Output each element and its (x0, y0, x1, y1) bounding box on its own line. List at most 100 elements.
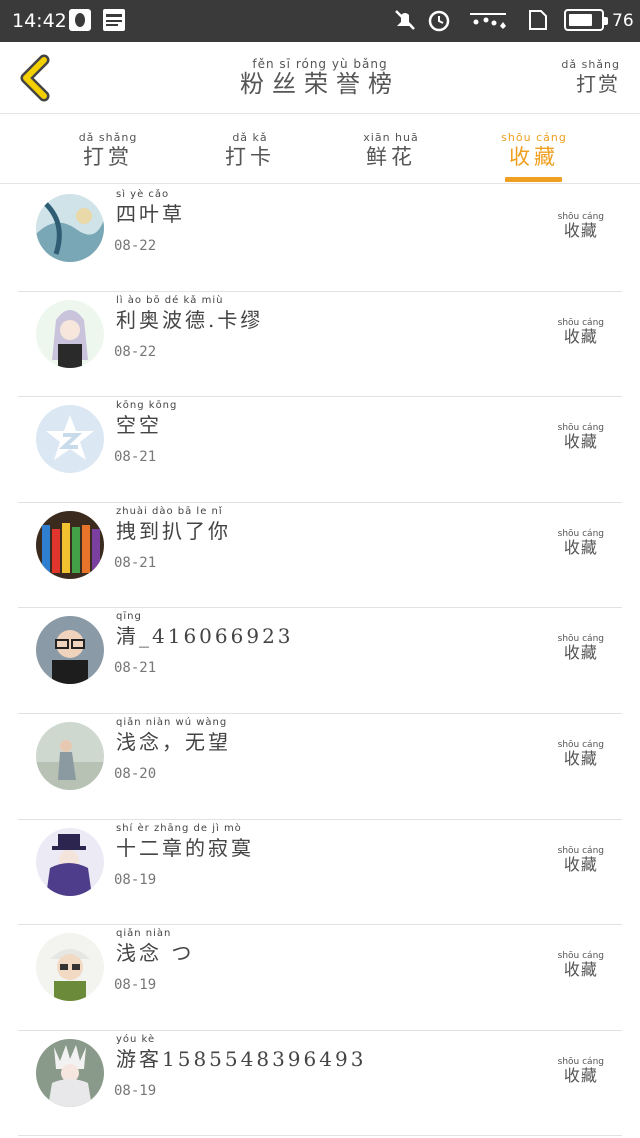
avatar[interactable] (36, 405, 104, 474)
reward-pinyin: dǎ shǎng (561, 58, 620, 71)
user-name-block: lì ào bō dé kǎ miù 利奥波德.卡缪 (116, 294, 263, 333)
user-name-block: kōng kōng 空空 (116, 399, 177, 438)
avatar-anime-white-image (36, 1038, 104, 1107)
user-name: 十二章的寂寞 (116, 835, 254, 860)
favorite-tag: shōu cáng 收藏 (558, 951, 604, 979)
favorite-tag-label: 收藏 (563, 960, 598, 980)
date-label: 08-22 (114, 238, 157, 254)
avatar[interactable] (36, 299, 104, 368)
user-name-block: yóu kè 游客1585548396493 (116, 1033, 366, 1072)
user-name-pinyin: yóu kè (116, 1033, 156, 1045)
avatar[interactable] (36, 721, 104, 790)
date-label: 08-20 (114, 765, 157, 782)
user-name-pinyin: zhuài dào bā le nǐ (116, 505, 223, 517)
sim-icon (529, 10, 547, 30)
list-item[interactable]: lì ào bō dé kǎ miù 利奥波德.卡缪 08-22 shōu cá… (18, 292, 622, 398)
user-name-pinyin: kōng kōng (116, 400, 178, 412)
avatar-cap-boy-image (36, 933, 104, 1002)
favorite-tag-label: 收藏 (563, 326, 598, 346)
user-name-block: qiǎn niàn wú wàng 浅念，无望 (116, 716, 231, 755)
back-arrow-icon[interactable] (14, 54, 54, 102)
date-label: 08-19 (114, 1082, 157, 1099)
date-label: 08-21 (114, 554, 157, 571)
avatar-anime-hat-image (36, 827, 104, 896)
list-item[interactable]: yóu kè 游客1585548396493 08-19 shōu cáng 收… (18, 1031, 622, 1137)
favorite-tag-label: 收藏 (563, 1065, 598, 1085)
tab-pinyin: dǎ kǎ (232, 131, 268, 144)
active-tab-indicator (505, 177, 562, 182)
user-name-pinyin: qīng (116, 611, 142, 623)
favorite-tag: shōu cáng 收藏 (558, 529, 604, 557)
status-bar: 14:42 76 (0, 0, 640, 42)
tab-label: 收藏 (509, 145, 559, 169)
favorite-tag-label: 收藏 (563, 854, 598, 874)
list-item[interactable]: sì yè cǎo 四叶草 08-22 shōu cáng 收藏 (18, 186, 622, 292)
avatar-art-image (36, 194, 104, 262)
user-name-pinyin: sì yè cǎo (116, 189, 170, 200)
tab-bar: dǎ shǎng 打赏 dǎ kǎ 打卡 xiān huā 鲜花 shōu cá… (0, 114, 640, 184)
header: fěn sī róng yù bǎng 粉丝荣誉榜 dǎ shǎng 打赏 (0, 42, 640, 114)
user-name-pinyin: qiǎn niàn wú wàng (116, 716, 228, 728)
avatar[interactable] (36, 1038, 104, 1107)
list-item[interactable]: qiǎn niàn wú wàng 浅念，无望 08-20 shōu cáng … (18, 714, 622, 820)
favorite-tag-label: 收藏 (563, 221, 598, 240)
avatar-default-image (36, 405, 104, 474)
user-name: 清_416066923 (116, 624, 294, 649)
favorite-tag-label: 收藏 (563, 537, 598, 557)
status-time: 14:42 (12, 10, 67, 32)
avatar[interactable] (36, 933, 104, 1002)
favorite-tag-label: 收藏 (563, 748, 598, 768)
favorite-tag: shōu cáng 收藏 (558, 634, 604, 662)
user-name-block: zhuài dào bā le nǐ 拽到扒了你 (116, 505, 231, 544)
avatar[interactable] (36, 827, 104, 896)
favorite-tag: shōu cáng 收藏 (558, 423, 604, 451)
user-name: 浅念 つ (116, 941, 195, 966)
avatar-pencils-image (36, 510, 104, 579)
tab-pinyin: xiān huā (363, 131, 419, 144)
user-name-pinyin: lì ào bō dé kǎ miù (116, 294, 224, 306)
battery-icon (564, 9, 608, 31)
date-label: 08-22 (114, 343, 157, 360)
avatar-girl-image (36, 721, 104, 790)
date-label: 08-19 (114, 871, 157, 888)
date-label: 08-21 (114, 660, 157, 677)
user-name: 四叶草 (116, 202, 185, 226)
list-item[interactable]: kōng kōng 空空 08-21 shōu cáng 收藏 (18, 397, 622, 503)
user-name-block: sì yè cǎo 四叶草 (116, 188, 185, 227)
favorite-tag: shōu cáng 收藏 (558, 318, 604, 346)
fan-list: sì yè cǎo 四叶草 08-22 shōu cáng 收藏 lì ào b… (18, 186, 622, 1137)
favorite-tag-label: 收藏 (563, 643, 598, 663)
tab-flowers[interactable]: xiān huā 鲜花 (331, 114, 451, 184)
list-item[interactable]: qīng 清_416066923 08-21 shōu cáng 收藏 (18, 608, 622, 714)
signal-icon (470, 13, 506, 29)
list-item[interactable]: shí èr zhāng de jì mò 十二章的寂寞 08-19 shōu … (18, 820, 622, 926)
user-name-pinyin: shí èr zhāng de jì mò (116, 822, 242, 834)
list-item[interactable]: zhuài dào bā le nǐ 拽到扒了你 08-21 shōu cáng… (18, 503, 622, 609)
favorite-tag: shōu cáng 收藏 (558, 846, 604, 874)
user-name-block: shí èr zhāng de jì mò 十二章的寂寞 (116, 822, 254, 861)
mute-icon (395, 10, 415, 30)
user-name: 空空 (116, 413, 162, 438)
avatar[interactable] (36, 510, 104, 579)
avatar[interactable] (36, 616, 104, 685)
news-icon (103, 9, 125, 31)
tab-pinyin: shōu cáng (501, 131, 567, 144)
tab-label: 打赏 (83, 145, 133, 169)
list-item[interactable]: qiǎn niàn 浅念 つ 08-19 shōu cáng 收藏 (18, 925, 622, 1031)
alarm-icon (428, 10, 450, 32)
qq-icon (69, 9, 91, 31)
avatar[interactable] (36, 194, 104, 262)
tab-reward[interactable]: dǎ shǎng 打赏 (48, 114, 168, 184)
tab-label: 鲜花 (366, 145, 416, 169)
page-title: fěn sī róng yù bǎng 粉丝荣誉榜 (160, 42, 480, 114)
tab-favorites[interactable]: shōu cáng 收藏 (474, 114, 594, 184)
avatar-anime-girl-image (36, 299, 104, 368)
favorite-tag: shōu cáng 收藏 (558, 740, 604, 768)
date-label: 08-19 (114, 977, 157, 994)
reward-button[interactable]: dǎ shǎng 打赏 (561, 42, 620, 114)
tab-pinyin: dǎ shǎng (78, 131, 138, 144)
user-name-block: qiǎn niàn 浅念 つ (116, 927, 194, 966)
user-name: 游客1585548396493 (116, 1046, 367, 1071)
tab-checkin[interactable]: dǎ kǎ 打卡 (190, 114, 310, 184)
date-label: 08-21 (114, 449, 157, 466)
